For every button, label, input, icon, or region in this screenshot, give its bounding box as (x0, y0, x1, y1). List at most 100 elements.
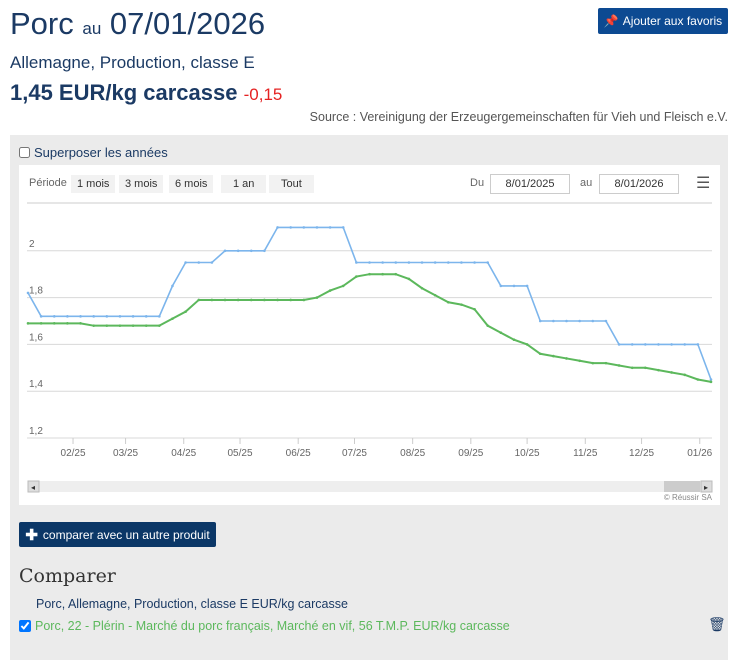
price-chart: 1,2 1,4 1,6 1,8 2 02/25 03/25 04/25 05/25 06/25 07… (26, 202, 713, 502)
compare-product-button[interactable]: ✚ comparer avec un autre produit (19, 522, 216, 547)
data-point (66, 315, 69, 318)
pin-icon: 📌 (603, 14, 619, 28)
data-point (433, 293, 437, 297)
x-tick-label: 02/25 (61, 448, 86, 459)
data-point (512, 338, 516, 342)
data-point (696, 343, 700, 346)
plus-icon: ✚ (25, 526, 38, 544)
data-point (525, 284, 529, 288)
data-point (473, 261, 476, 264)
x-tick-label: 03/25 (113, 448, 138, 459)
scroll-right-arrow-icon: ▸ (704, 483, 708, 492)
compare-item-label: Porc, 22 - Plérin - Marché du porc franç… (35, 619, 510, 633)
product-name: Porc (10, 6, 74, 41)
overlay-years-checkbox[interactable] (19, 147, 30, 158)
data-point (197, 298, 201, 302)
data-point (565, 357, 568, 360)
trash-icon[interactable]: 🗑 (708, 616, 726, 633)
overlay-years-option[interactable]: Superposer les années (19, 145, 168, 160)
price-line: 1,45 EUR/kg carcasse -0,15 (10, 80, 282, 106)
data-point (276, 226, 279, 229)
data-point (604, 319, 608, 323)
data-point (131, 324, 135, 327)
source-text: Source : Vereinigung der Erzeugergemeins… (309, 110, 728, 124)
data-point (289, 298, 292, 302)
data-point (315, 296, 319, 299)
data-point (249, 249, 253, 253)
data-point (171, 317, 174, 320)
data-point (263, 249, 266, 253)
data-point (368, 261, 371, 264)
data-point (210, 261, 214, 264)
data-point (210, 298, 214, 302)
data-point (341, 284, 345, 288)
data-point (52, 315, 56, 318)
data-point (52, 322, 56, 325)
scroll-left-arrow-icon: ◂ (31, 483, 35, 492)
data-point (433, 261, 437, 264)
data-point (670, 371, 673, 374)
data-point (499, 331, 503, 334)
data-point (66, 322, 69, 325)
compare-item[interactable]: Porc, 22 - Plérin - Marché du porc franç… (19, 619, 510, 633)
scrollbar-thumb[interactable] (664, 481, 700, 492)
price-date: 07/01/2026 (109, 6, 266, 41)
data-point (657, 343, 660, 346)
data-point (223, 298, 227, 302)
data-point (289, 226, 292, 229)
data-point (315, 226, 319, 229)
data-point (617, 364, 621, 367)
data-point (105, 324, 109, 327)
data-point (223, 249, 227, 253)
data-point (302, 298, 306, 302)
data-point (236, 298, 240, 302)
add-favorite-button[interactable]: 📌 Ajouter aux favoris (598, 8, 728, 34)
data-point (79, 315, 82, 318)
x-tick-label: 01/26 (687, 448, 712, 459)
overlay-years-label: Superposer les années (34, 145, 168, 160)
data-point (591, 361, 595, 365)
y-tick-label: 1,8 (29, 286, 43, 297)
data-point (578, 319, 581, 323)
data-point (460, 303, 463, 306)
x-tick-label: 09/25 (458, 448, 483, 459)
data-point (552, 319, 555, 323)
data-point (263, 298, 266, 302)
data-point (447, 261, 450, 264)
data-point (670, 343, 673, 346)
series-line-1 (28, 273, 712, 383)
price-value: 1,45 EUR/kg carcasse (10, 80, 238, 105)
chart-container: Période 1 mois 3 mois 6 mois 1 an Tout D… (19, 165, 720, 505)
data-point (118, 315, 122, 318)
data-point (39, 322, 43, 325)
data-point (591, 319, 595, 323)
y-tick-label: 1,4 (29, 379, 43, 390)
data-point (171, 284, 174, 288)
x-tick-label: 12/25 (629, 448, 654, 459)
data-point (538, 352, 542, 356)
data-point (236, 249, 240, 253)
data-point (525, 343, 529, 346)
x-tick-label: 07/25 (342, 448, 367, 459)
data-point (79, 322, 82, 325)
data-point (604, 361, 608, 365)
data-point (381, 261, 384, 264)
compare-item-checkbox[interactable] (19, 620, 31, 632)
navigator-scrollbar[interactable] (28, 481, 712, 492)
data-point (302, 226, 306, 229)
data-point (420, 286, 424, 290)
x-tick-label: 05/25 (228, 448, 253, 459)
x-tick-label: 04/25 (171, 448, 196, 459)
data-point (552, 354, 555, 358)
data-point (328, 226, 332, 229)
data-point (644, 366, 647, 370)
data-point (578, 359, 581, 363)
data-point (420, 261, 424, 264)
data-point (683, 373, 687, 377)
data-point (512, 284, 516, 288)
data-point (184, 261, 187, 264)
data-point (630, 343, 634, 346)
data-point (696, 378, 700, 381)
data-point (473, 308, 476, 311)
data-point (407, 277, 411, 281)
